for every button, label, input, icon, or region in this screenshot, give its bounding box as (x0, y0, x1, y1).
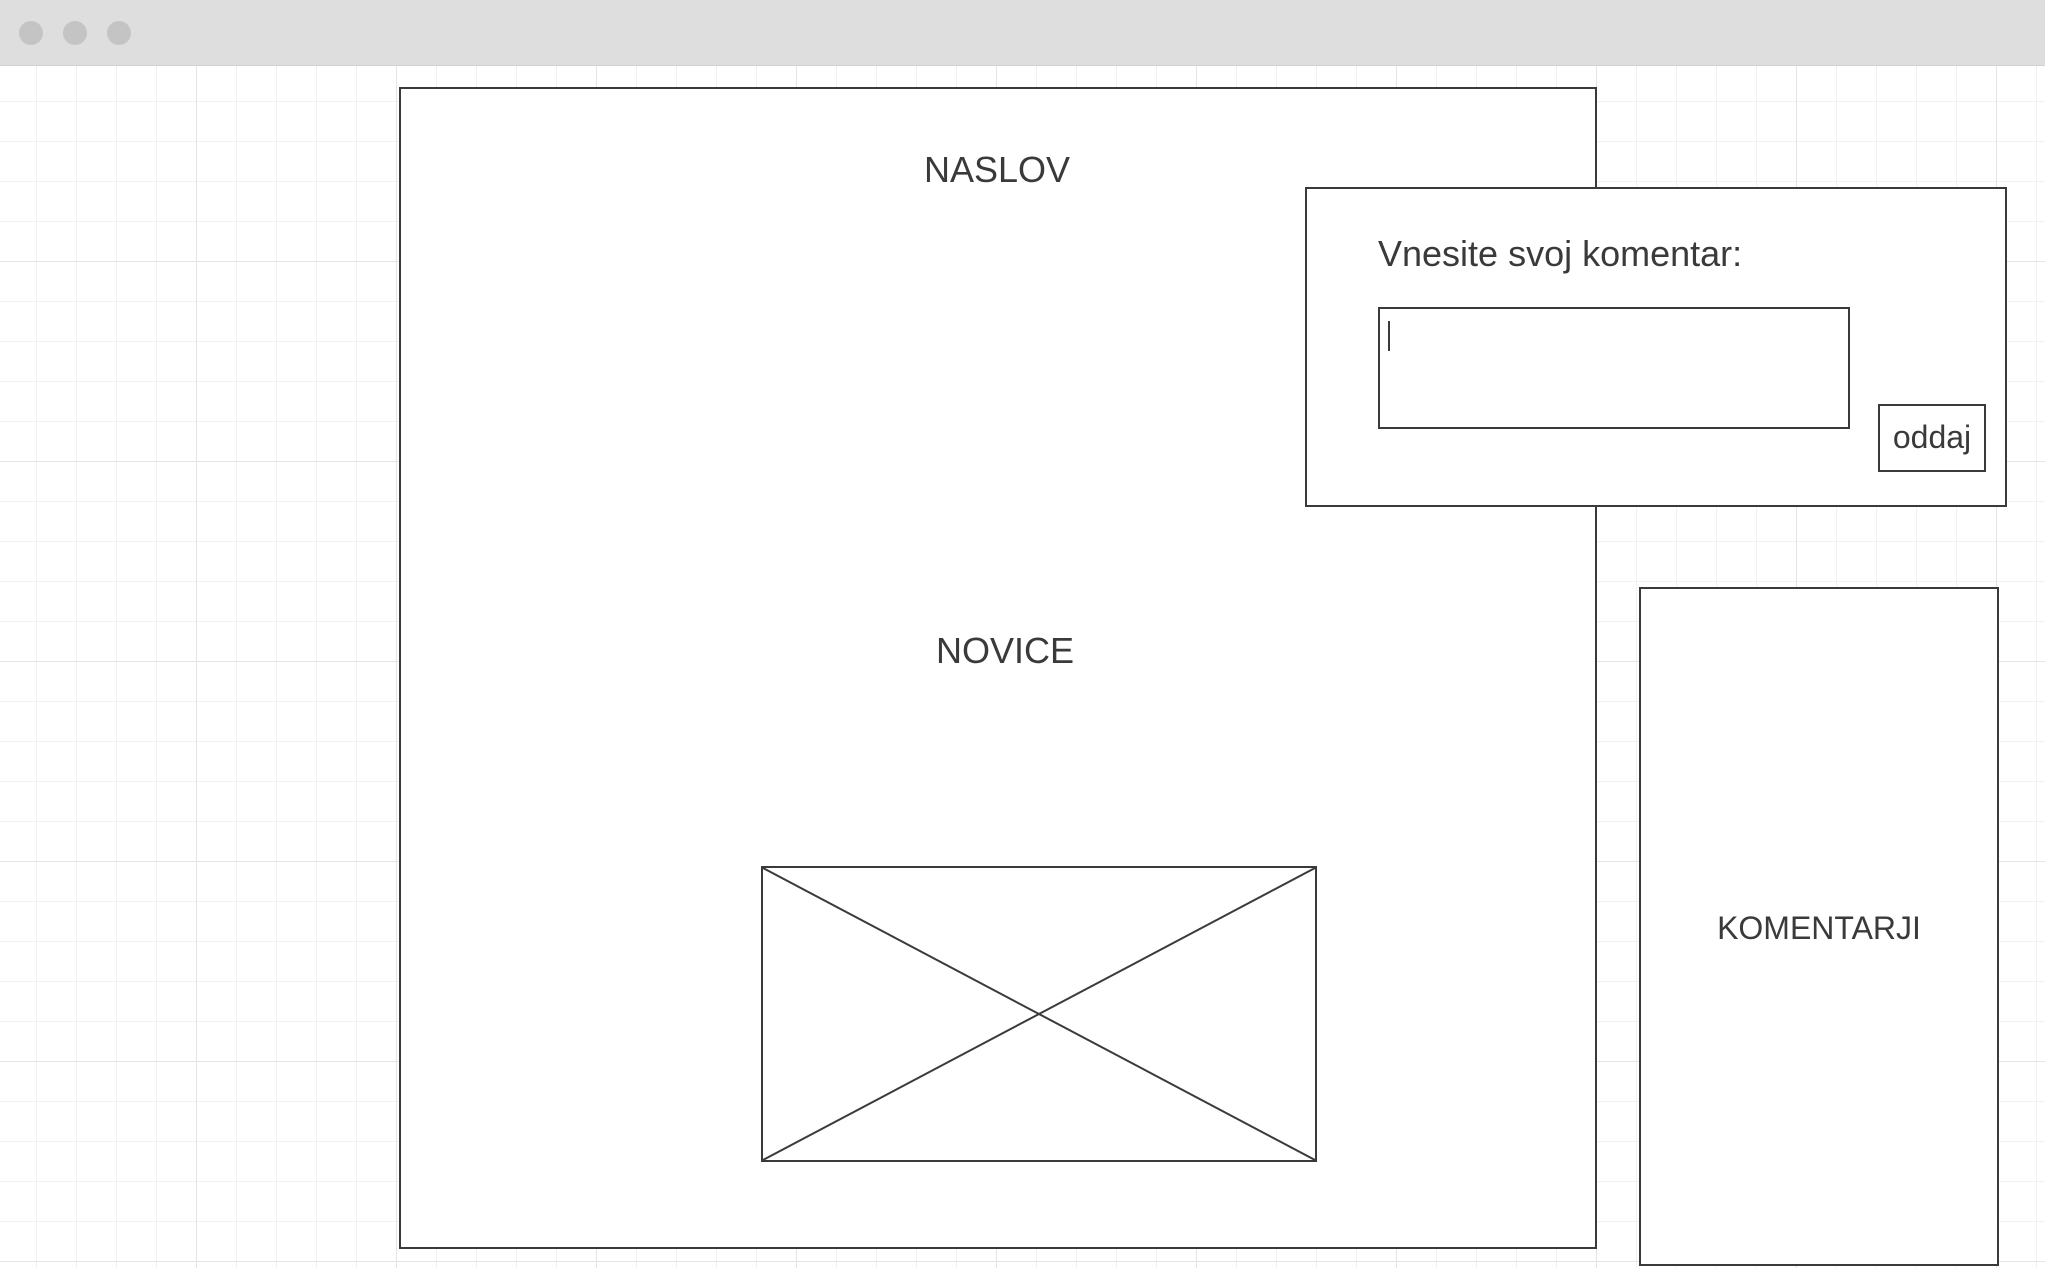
text-caret (1388, 321, 1390, 351)
submit-button[interactable]: oddaj (1878, 404, 1986, 472)
image-placeholder (761, 866, 1317, 1162)
window-close-dot[interactable] (19, 21, 43, 45)
wireframe-window: NASLOV NOVICE KOMENTARJI Vnesite svoj ko… (0, 0, 2045, 1268)
window-minimize-dot[interactable] (63, 21, 87, 45)
window-titlebar (0, 0, 2045, 66)
comment-form-dialog: Vnesite svoj komentar: oddaj (1305, 187, 2007, 507)
comment-input[interactable] (1378, 307, 1850, 429)
comment-prompt: Vnesite svoj komentar: (1378, 233, 1743, 274)
news-label: NOVICE (935, 630, 1075, 671)
window-maximize-dot[interactable] (107, 21, 131, 45)
comments-label: KOMENTARJI (1717, 910, 1921, 946)
comments-panel: KOMENTARJI (1639, 587, 1999, 1266)
page-title: NASLOV (923, 149, 1071, 190)
image-placeholder-icon (763, 868, 1315, 1160)
